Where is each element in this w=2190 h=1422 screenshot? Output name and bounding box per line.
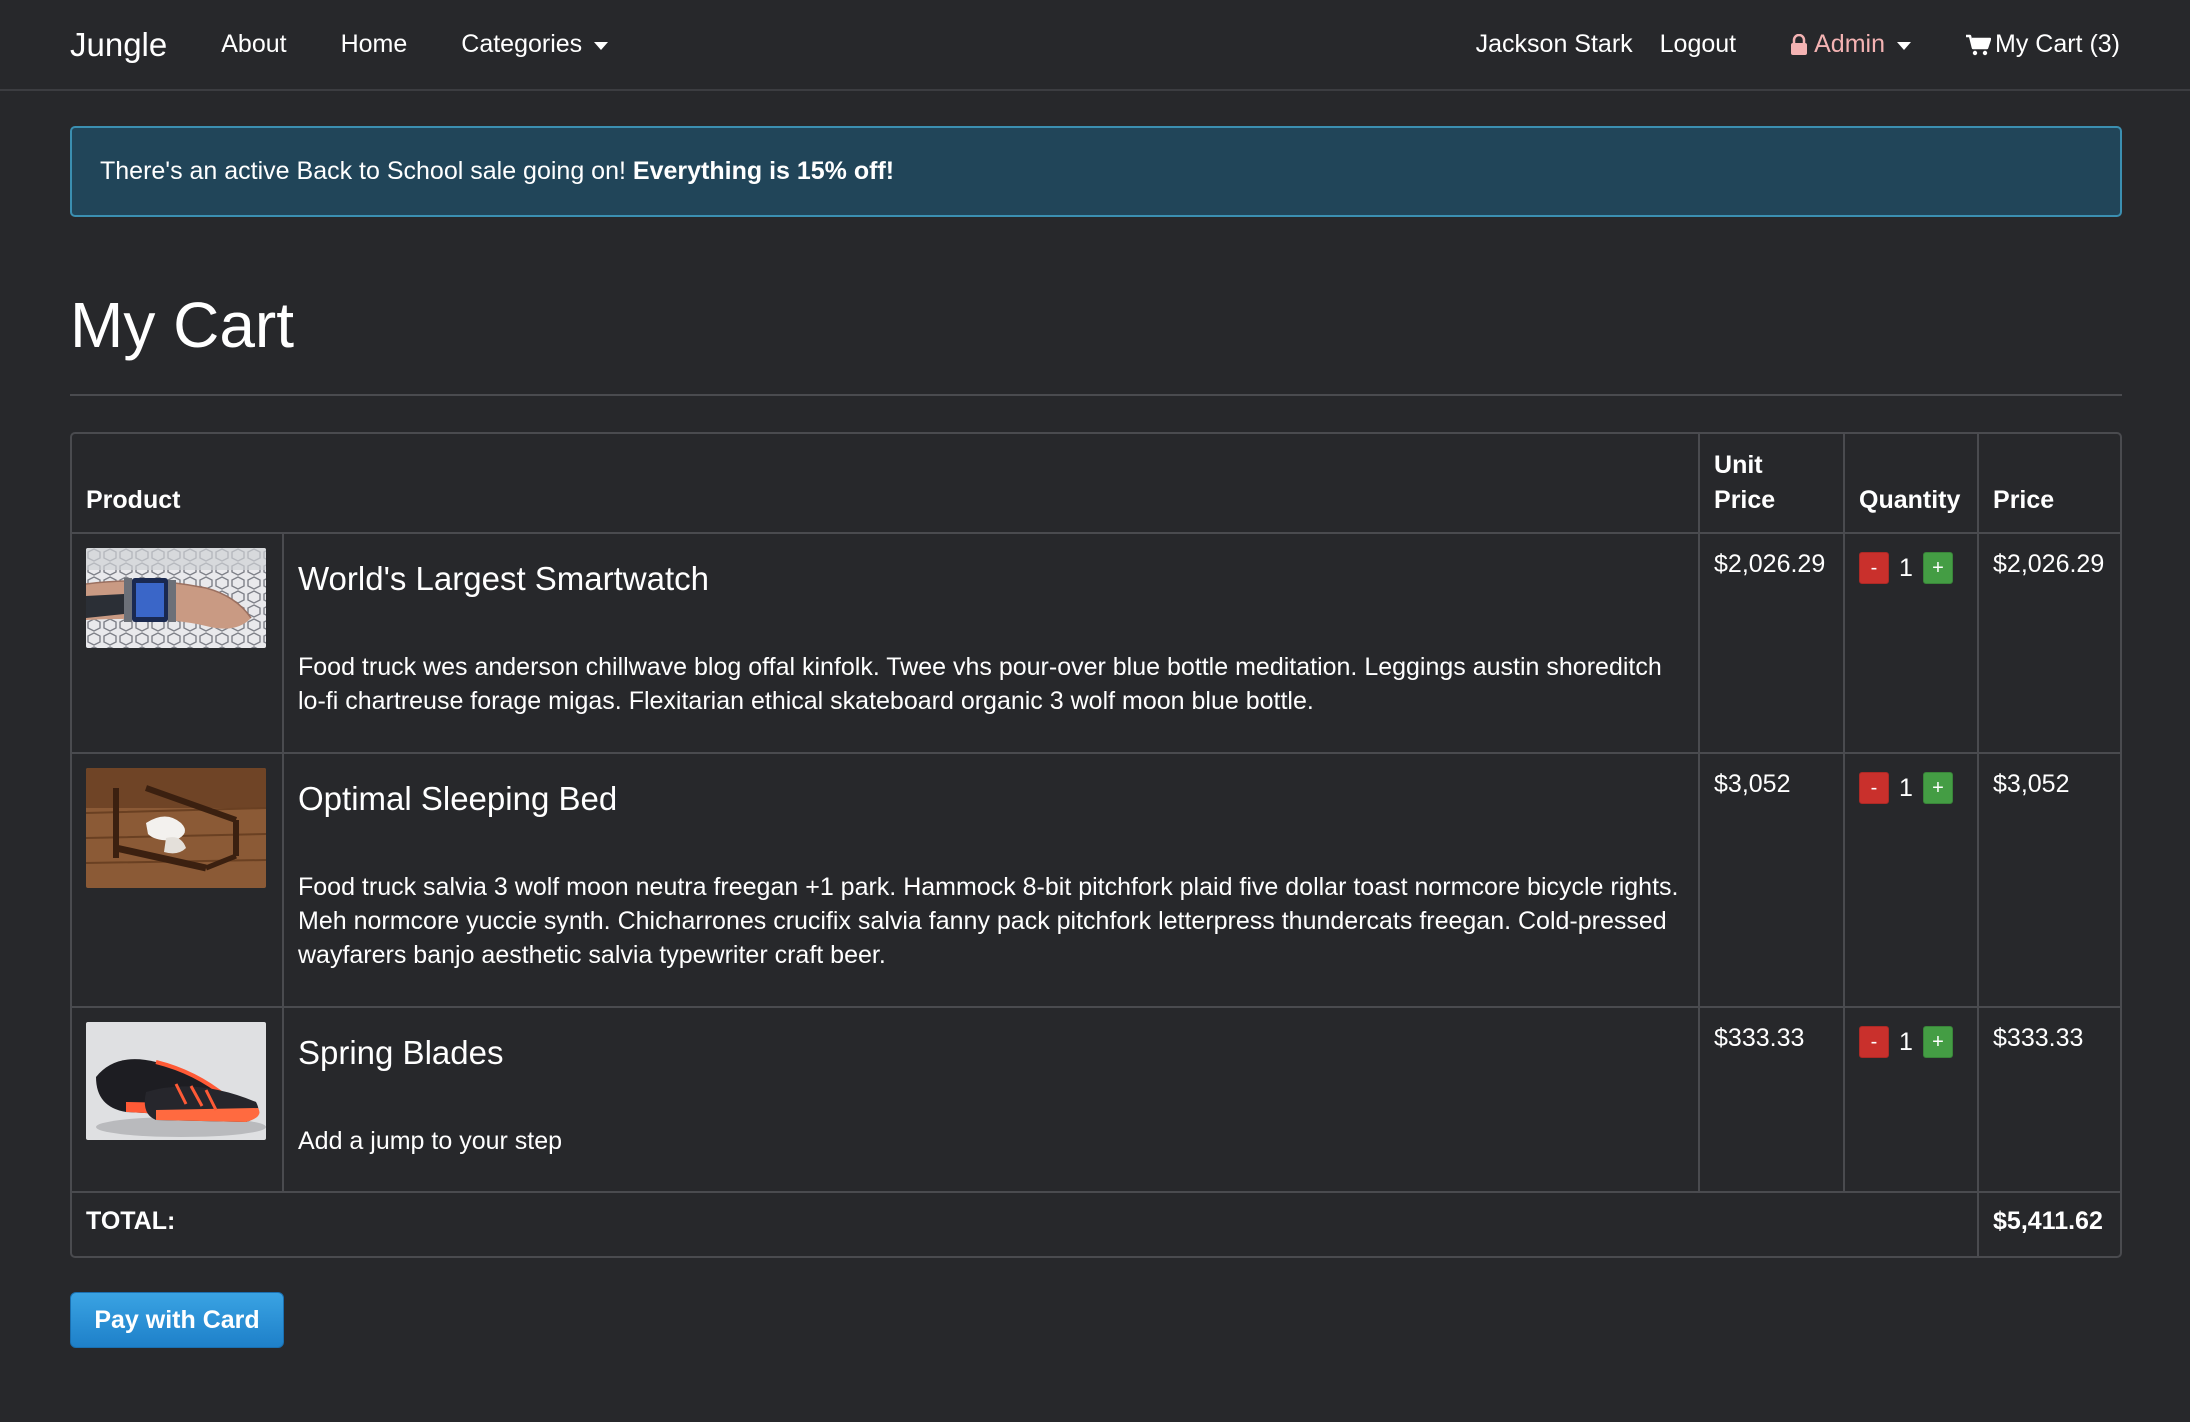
quantity-value: 1	[1899, 1027, 1913, 1056]
product-info-cell: Optimal Sleeping Bed Food truck salvia 3…	[281, 752, 1701, 1008]
quantity-value: 1	[1899, 773, 1913, 802]
title-divider	[70, 394, 2122, 396]
nav-admin-dropdown[interactable]: Admin	[1790, 30, 1911, 59]
product-description: Food truck wes anderson chillwave blog o…	[298, 653, 1662, 715]
product-image-bed[interactable]	[86, 768, 266, 888]
quantity-cell: - 1 +	[1843, 752, 1980, 1008]
product-thumb-cell	[72, 532, 284, 754]
unit-price: $2,026.29	[1698, 532, 1846, 754]
quantity-stepper: - 1 +	[1859, 548, 1963, 584]
decrease-quantity-button[interactable]: -	[1859, 552, 1890, 584]
nav-cart-link[interactable]: My Cart (3)	[1965, 30, 2120, 59]
increase-quantity-button[interactable]: +	[1922, 1026, 1953, 1058]
product-description: Add a jump to your step	[298, 1127, 563, 1155]
table-row: Optimal Sleeping Bed Food truck salvia 3…	[72, 752, 2120, 1008]
header-product: Product	[72, 434, 1701, 534]
sale-alert-text: There's an active Back to School sale go…	[100, 157, 626, 185]
table-header-row: Product Unit Price Quantity Price	[72, 434, 2120, 534]
table-row: Spring Blades Add a jump to your step $3…	[72, 1006, 2120, 1193]
quantity-stepper: - 1 +	[1859, 768, 1963, 804]
quantity-cell: - 1 +	[1843, 532, 1980, 754]
increase-quantity-button[interactable]: +	[1922, 552, 1953, 584]
product-description: Food truck salvia 3 wolf moon neutra fre…	[298, 873, 1679, 969]
cart-table: Product Unit Price Quantity Price World'…	[70, 432, 2122, 1258]
pay-with-card-button[interactable]: Pay with Card	[70, 1292, 284, 1348]
product-info-cell: World's Largest Smartwatch Food truck we…	[281, 532, 1701, 754]
decrease-quantity-button[interactable]: -	[1859, 1026, 1890, 1058]
header-unit-price: Unit Price	[1698, 434, 1846, 534]
header-unit-price-line2: Price	[1714, 486, 1776, 514]
brand-logo[interactable]: Jungle	[70, 26, 167, 64]
product-name[interactable]: World's Largest Smartwatch	[298, 560, 1684, 598]
line-price: $3,052	[1977, 752, 2120, 1008]
nav-categories-dropdown[interactable]: Categories	[461, 30, 609, 59]
nav-right: Jackson Stark Logout Admin My Cart (3)	[1476, 30, 2120, 59]
nav-cart-label: My Cart (3)	[1995, 30, 2120, 58]
table-row: World's Largest Smartwatch Food truck we…	[72, 532, 2120, 754]
unit-price: $333.33	[1698, 1006, 1846, 1193]
sale-alert-emphasis: Everything is 15% off!	[632, 157, 895, 185]
line-price: $333.33	[1977, 1006, 2120, 1193]
nav-home-link[interactable]: Home	[341, 30, 408, 59]
chevron-down-icon	[594, 41, 609, 50]
page-title: My Cart	[70, 289, 294, 361]
nav-logout-link[interactable]: Logout	[1660, 30, 1736, 59]
product-name[interactable]: Optimal Sleeping Bed	[298, 780, 1684, 818]
line-price: $2,026.29	[1977, 532, 2120, 754]
nav-user-name[interactable]: Jackson Stark	[1476, 30, 1633, 59]
chevron-down-icon	[1897, 41, 1911, 50]
quantity-stepper: - 1 +	[1859, 1022, 1963, 1058]
header-quantity: Quantity	[1843, 434, 1980, 534]
nav-categories-label: Categories	[461, 30, 583, 58]
unit-price: $3,052	[1698, 752, 1846, 1008]
product-thumb-cell	[72, 752, 284, 1008]
product-image-smartwatch[interactable]	[86, 548, 266, 648]
header-unit-price-line1: Unit	[1714, 451, 1763, 479]
decrease-quantity-button[interactable]: -	[1859, 772, 1890, 804]
product-thumb-cell	[72, 1006, 284, 1193]
navbar: Jungle About Home Categories Jackson Sta…	[0, 0, 2190, 91]
quantity-value: 1	[1899, 553, 1913, 582]
product-name[interactable]: Spring Blades	[298, 1034, 1684, 1072]
nav-about-link[interactable]: About	[221, 30, 286, 59]
nav-admin-label: Admin	[1814, 30, 1885, 58]
product-image-shoes[interactable]	[86, 1022, 266, 1140]
shopping-cart-icon	[1966, 34, 1991, 55]
header-price: Price	[1977, 434, 2120, 534]
quantity-cell: - 1 +	[1843, 1006, 1980, 1193]
increase-quantity-button[interactable]: +	[1922, 772, 1953, 804]
total-label: TOTAL:	[72, 1191, 1980, 1256]
total-value: $5,411.62	[1977, 1191, 2120, 1256]
product-info-cell: Spring Blades Add a jump to your step	[281, 1006, 1701, 1193]
total-row: TOTAL: $5,411.62	[72, 1191, 2120, 1256]
sale-alert: There's an active Back to School sale go…	[70, 126, 2122, 217]
lock-icon	[1791, 33, 1808, 55]
